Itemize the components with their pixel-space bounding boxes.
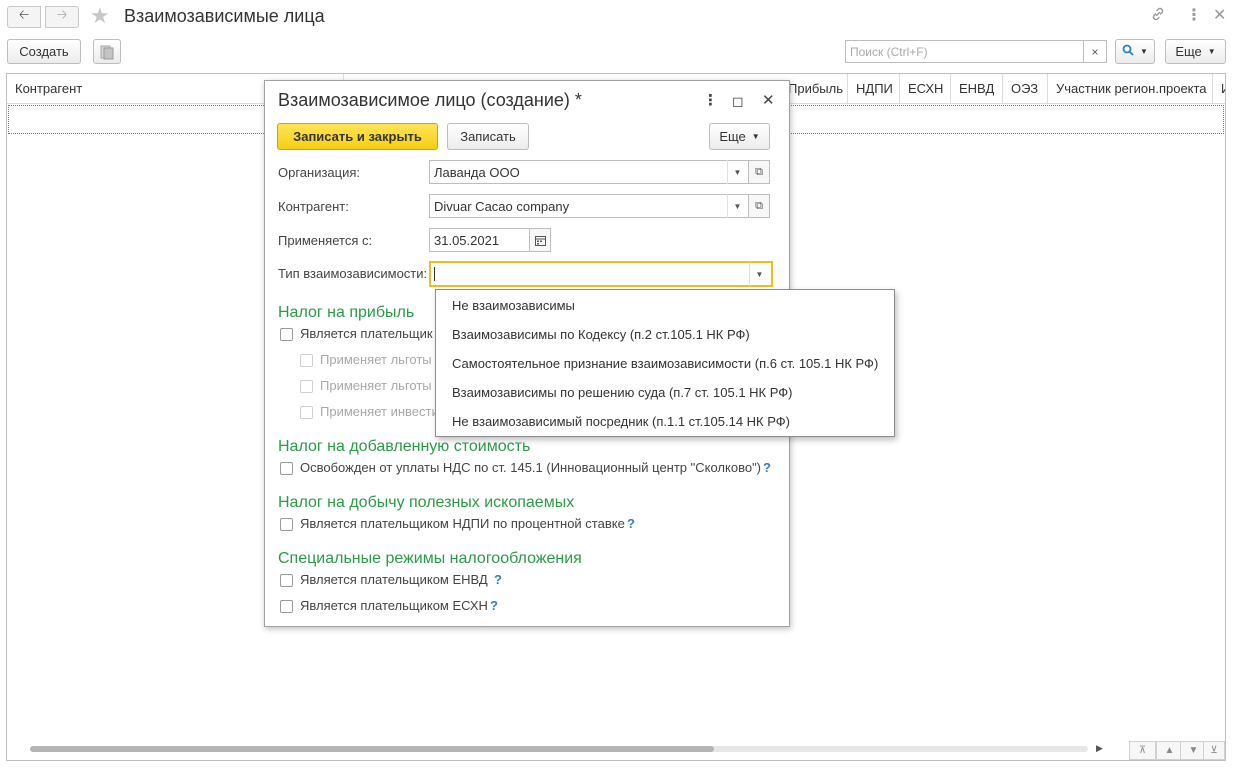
more-vertical-icon[interactable]: ⋮ xyxy=(1186,6,1202,26)
envd-help-icon[interactable]: ? xyxy=(494,572,502,587)
arrow-left-icon: 🡠 xyxy=(18,7,30,22)
text-cursor xyxy=(434,267,435,281)
dialog-more-label: Еще xyxy=(719,129,746,144)
chevron-down-icon: ▼ xyxy=(1140,47,1148,56)
copy-button[interactable] xyxy=(93,39,121,64)
applies-from-label: Применяется с: xyxy=(278,233,373,248)
counterparty-dropdown-icon[interactable]: ▼ xyxy=(727,194,747,218)
close-icon[interactable]: ✕ xyxy=(1213,6,1226,26)
triangle-down-icon: ▼ xyxy=(1188,745,1199,756)
column-header-more[interactable]: И xyxy=(1213,74,1225,103)
back-button[interactable]: 🡠 xyxy=(7,6,41,28)
dependency-type-label: Тип взаимозависимости: xyxy=(278,266,428,281)
more-button[interactable]: Еще ▼ xyxy=(1165,39,1226,64)
special-regimes-section-title: Специальные режимы налогообложения xyxy=(278,550,582,567)
envd-payer-label: Является плательщиком ЕНВД xyxy=(300,572,488,587)
column-header-envd[interactable]: ЕНВД xyxy=(951,74,1003,103)
organization-label: Организация: xyxy=(278,165,361,180)
investment-label: Применяет инвести xyxy=(320,404,439,419)
search-input[interactable]: Поиск (Ctrl+F) xyxy=(845,40,1084,63)
go-top-icon: ⊼ xyxy=(1138,745,1147,756)
forward-button[interactable]: 🡢 xyxy=(45,6,79,28)
last-page-button[interactable]: ⊻ xyxy=(1203,741,1225,760)
benefit-label-2: Применяет льготы xyxy=(320,378,432,393)
profit-tax-payer-checkbox[interactable] xyxy=(280,328,293,341)
counterparty-open-icon[interactable]: ⧉ xyxy=(748,194,770,218)
dialog-more-button[interactable]: Еще ▼ xyxy=(709,123,770,150)
scrollbar-thumb[interactable] xyxy=(30,746,714,752)
ndpi-payer-checkbox[interactable] xyxy=(280,518,293,531)
ndpi-payer-label: Является плательщиком НДПИ по процентной… xyxy=(300,516,625,531)
more-button-label: Еще xyxy=(1175,44,1202,59)
search-icon xyxy=(1122,44,1134,59)
organization-dropdown-icon[interactable]: ▼ xyxy=(727,160,747,184)
go-bottom-icon: ⊻ xyxy=(1210,745,1218,756)
search-button[interactable]: ▼ xyxy=(1115,39,1155,64)
dependency-type-dropdown-icon[interactable]: ▼ xyxy=(749,262,769,286)
triangle-up-icon: ▲ xyxy=(1164,745,1175,756)
column-header-regional-project[interactable]: Участник регион.проекта xyxy=(1048,74,1213,103)
counterparty-label: Контрагент: xyxy=(278,199,349,214)
dependency-type-dropdown-list: Не взаимозависимы Взаимозависимы по Коде… xyxy=(435,289,895,437)
counterparty-field[interactable]: Divuar Cacao company xyxy=(429,194,749,218)
dropdown-option[interactable]: Взаимозависимы по Кодексу (п.2 ст.105.1 … xyxy=(452,327,750,342)
chevron-down-icon: ▼ xyxy=(1207,47,1216,56)
eskhn-payer-label: Является плательщиком ЕСХН xyxy=(300,598,488,613)
calendar-icon[interactable] xyxy=(529,228,551,252)
column-header-profit[interactable]: Прибыль xyxy=(780,74,848,103)
page-title: Взаимозависимые лица xyxy=(124,6,325,26)
favorite-star-icon[interactable]: ★ xyxy=(90,4,110,28)
dropdown-option[interactable]: Взаимозависимы по решению суда (п.7 ст. … xyxy=(452,385,792,400)
link-icon[interactable] xyxy=(1150,6,1166,28)
scroll-right-icon[interactable]: ▶ xyxy=(1096,743,1103,754)
investment-checkbox[interactable] xyxy=(300,406,313,419)
vat-exempt-label: Освобожден от уплаты НДС по ст. 145.1 (И… xyxy=(300,460,762,475)
benefit-label-1: Применяет льготы xyxy=(320,352,432,367)
search-clear-button[interactable]: × xyxy=(1083,40,1107,63)
chevron-down-icon: ▼ xyxy=(751,132,760,141)
save-button[interactable]: Записать xyxy=(447,123,529,150)
eskhn-help-icon[interactable]: ? xyxy=(490,598,498,613)
column-header-ndpi[interactable]: НДПИ xyxy=(848,74,900,103)
benefit-checkbox-2[interactable] xyxy=(300,380,313,393)
mineral-tax-section-title: Налог на добычу полезных ископаемых xyxy=(278,494,575,511)
page-up-button[interactable]: ▲ xyxy=(1156,741,1183,760)
window-header: 🡠 🡢 ★ Взаимозависимые лица ⋮ ✕ xyxy=(0,0,1233,36)
first-page-button[interactable]: ⊼ xyxy=(1129,741,1156,760)
dropdown-option[interactable]: Самостоятельное признание взаимозависимо… xyxy=(452,356,878,371)
ndpi-help-icon[interactable]: ? xyxy=(627,516,635,531)
save-and-close-button[interactable]: Записать и закрыть xyxy=(277,123,438,150)
vat-help-icon[interactable]: ? xyxy=(763,460,771,475)
column-header-eskhn[interactable]: ЕСХН xyxy=(900,74,951,103)
organization-field[interactable]: Лаванда ООО xyxy=(429,160,749,184)
profit-tax-section-title: Налог на прибыль xyxy=(278,304,415,321)
applies-from-date-field[interactable]: 31.05.2021 xyxy=(429,228,530,252)
dialog-close-icon[interactable]: ✕ xyxy=(762,92,775,110)
eskhn-payer-checkbox[interactable] xyxy=(280,600,293,613)
arrow-right-icon: 🡢 xyxy=(56,7,68,22)
copy-document-icon xyxy=(100,45,114,59)
profit-tax-payer-label: Является плательщик xyxy=(300,326,433,341)
column-header-oez[interactable]: ОЭЗ xyxy=(1003,74,1048,103)
maximize-icon[interactable]: ◻ xyxy=(732,92,744,110)
organization-open-icon[interactable]: ⧉ xyxy=(748,160,770,184)
dependency-type-field[interactable] xyxy=(429,261,773,287)
vat-exempt-checkbox[interactable] xyxy=(280,462,293,475)
vat-section-title: Налог на добавленную стоимость xyxy=(278,438,531,455)
dialog-title: Взаимозависимое лицо (создание) * xyxy=(278,90,582,110)
create-button[interactable]: Создать xyxy=(7,39,81,64)
dialog-more-vertical-icon[interactable]: ⋮ xyxy=(703,92,718,110)
dropdown-option[interactable]: Не взаимозависимы xyxy=(452,298,575,313)
benefit-checkbox-1[interactable] xyxy=(300,354,313,367)
dropdown-option[interactable]: Не взаимозависимый посредник (п.1.1 ст.1… xyxy=(452,414,790,429)
envd-payer-checkbox[interactable] xyxy=(280,574,293,587)
